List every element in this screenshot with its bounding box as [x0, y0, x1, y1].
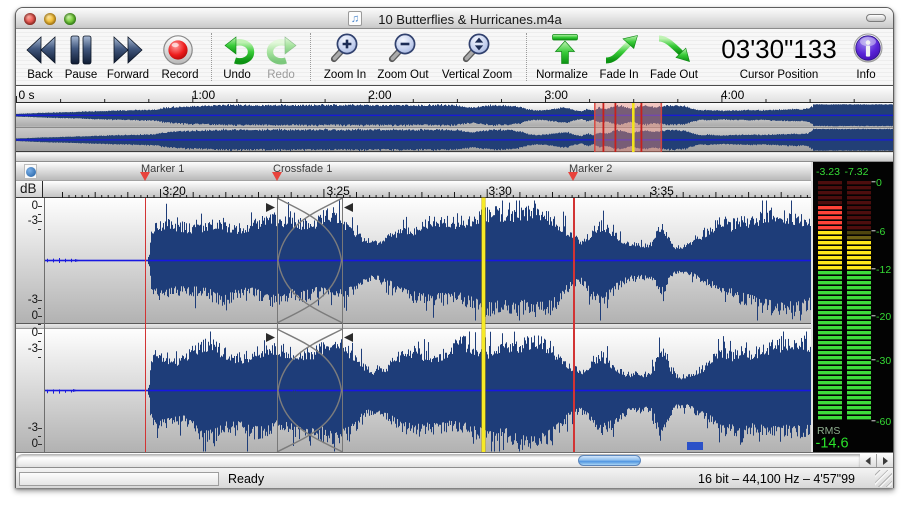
svg-text:3:20: 3:20: [163, 184, 187, 198]
svg-text:2:00: 2:00: [368, 88, 392, 102]
svg-text:-6: -6: [876, 226, 885, 238]
svg-text:-7.32: -7.32: [845, 166, 869, 178]
svg-text:4:00: 4:00: [721, 88, 745, 102]
svg-text:3:25: 3:25: [327, 184, 351, 198]
svg-text:-60: -60: [876, 416, 891, 428]
svg-text:0: 0: [876, 177, 882, 189]
svg-text:3:00: 3:00: [545, 88, 569, 102]
svg-text:1:00: 1:00: [192, 88, 216, 102]
svg-text:-12: -12: [876, 264, 891, 276]
svg-text:-30: -30: [876, 355, 891, 367]
svg-text:-20: -20: [876, 311, 891, 323]
svg-text:-3.23: -3.23: [816, 166, 840, 178]
svg-text:3:35: 3:35: [651, 184, 675, 198]
svg-text:-14.6: -14.6: [816, 436, 849, 452]
svg-text:3:30: 3:30: [489, 184, 513, 198]
